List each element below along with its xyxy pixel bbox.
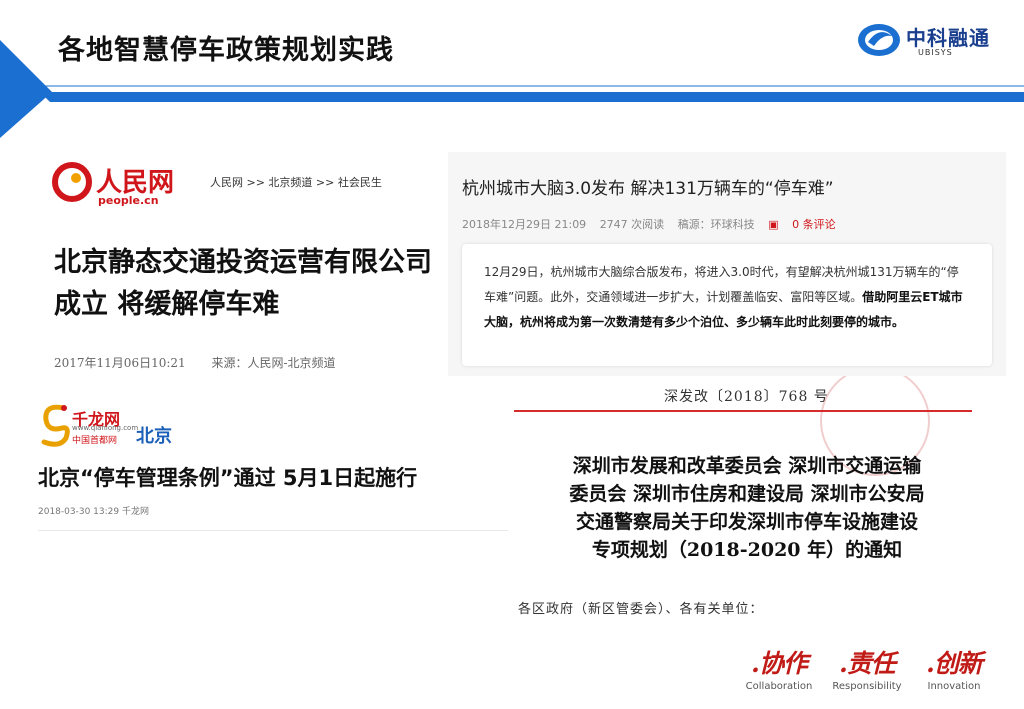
qianlong-domain: www.qianlong.com: [72, 424, 139, 432]
clip-hangzhou: 杭州城市大脑3.0发布 解决131万辆车的“停车难” 2018年12月29日 2…: [448, 152, 1006, 376]
article-date: 2018年12月29日 21:09: [462, 218, 587, 231]
article-date: 2017年11月06日10:21: [54, 356, 186, 370]
comment-link: ▣ 0 条评论: [768, 218, 845, 231]
motto-responsibility: .责任 Responsibility: [824, 644, 910, 692]
company-logo: 中科融通 UBISYS: [856, 18, 1006, 64]
document-title: 深圳市发展和改革委员会 深圳市交通运输 委员会 深圳市住房和建设局 深圳市公安局…: [512, 452, 982, 564]
headline-line: 北京静态交通投资运营有限公司: [54, 247, 432, 278]
motto-cn: .创新: [926, 649, 983, 678]
peoples-daily-domain: people.cn: [98, 194, 159, 207]
motto-en: Collaboration: [745, 681, 813, 692]
document-greeting: 各区政府（新区管委会）、各有关单位：: [518, 602, 764, 617]
qianlong-meta: 2018-03-30 13:29 千龙网: [38, 507, 149, 517]
dragon-icon: [41, 404, 70, 447]
motto-en: Innovation: [927, 681, 981, 692]
company-name: 中科融通: [906, 26, 990, 50]
peoples-daily-logo-icon: [52, 162, 92, 202]
qianlong-region: 北京: [136, 426, 172, 447]
breadcrumb: 人民网 >> 北京频道 >> 社会民生: [210, 176, 382, 189]
company-motto: .协作 Collaboration .责任 Responsibility .创新…: [736, 644, 996, 694]
read-count: 2747 次阅读: [599, 218, 665, 231]
clip-qianlong: 千龙网 www.qianlong.com 中国首都网 北京 北京“停车管理条例”…: [38, 400, 508, 540]
slide-title: 各地智慧停车政策规划实践: [58, 35, 394, 66]
hangzhou-headline: 杭州城市大脑3.0发布 解决131万辆车的“停车难”: [462, 179, 834, 199]
clip-shenzhen-document: 深发改〔2018〕768 号 深圳市发展和改革委员会 深圳市交通运输 委员会 深…: [512, 376, 1006, 626]
headline-line: 成立 将缓解停车难: [54, 289, 280, 320]
qianlong-headline: 北京“停车管理条例”通过 5月1日起施行: [38, 466, 418, 490]
red-header-line: [514, 410, 972, 412]
peoples-daily-meta: 2017年11月06日10:21 来源：人民网-北京频道: [54, 354, 358, 371]
motto-innovation: .创新 Innovation: [912, 644, 996, 692]
document-title-line: 交通警察局关于印发深圳市停车设施建设: [575, 511, 918, 533]
clip-peoples-daily: 人民网 people.cn 人民网 >> 北京频道 >> 社会民生 北京静态交通…: [38, 150, 448, 380]
peoples-daily-headline: 北京静态交通投资运营有限公司 成立 将缓解停车难: [54, 242, 448, 326]
motto-collaboration: .协作 Collaboration: [736, 644, 822, 692]
qianlong-logo: 千龙网 www.qianlong.com 中国首都网 北京: [38, 402, 188, 448]
comment-icon: ▣: [768, 218, 779, 231]
motto-cn: .责任: [839, 649, 896, 678]
company-logo-icon: [858, 24, 900, 56]
document-title-line: 委员会 深圳市住房和建设局 深圳市公安局: [569, 483, 925, 505]
document-title-line: 专项规划（2018-2020 年）的通知: [591, 539, 903, 561]
comment-count: 0 条评论: [792, 218, 836, 231]
divider: [38, 530, 508, 531]
motto-cn: .协作: [751, 649, 808, 678]
hangzhou-summary: 12月29日，杭州城市大脑综合版发布，将进入3.0时代，有望解决杭州城131万辆…: [462, 244, 992, 366]
article-source: 来源：人民网-北京频道: [211, 356, 336, 370]
company-subname: UBISYS: [918, 48, 953, 57]
qianlong-subname: 中国首都网: [72, 436, 118, 446]
document-number: 深发改〔2018〕768 号: [664, 389, 829, 405]
hangzhou-meta: 2018年12月29日 21:09 2747 次阅读 稿源：环球科技 ▣ 0 条…: [462, 216, 856, 232]
document-title-line: 深圳市发展和改革委员会 深圳市交通运输: [572, 455, 922, 477]
motto-en: Responsibility: [832, 681, 902, 692]
article-source: 稿源：环球科技: [677, 218, 755, 231]
